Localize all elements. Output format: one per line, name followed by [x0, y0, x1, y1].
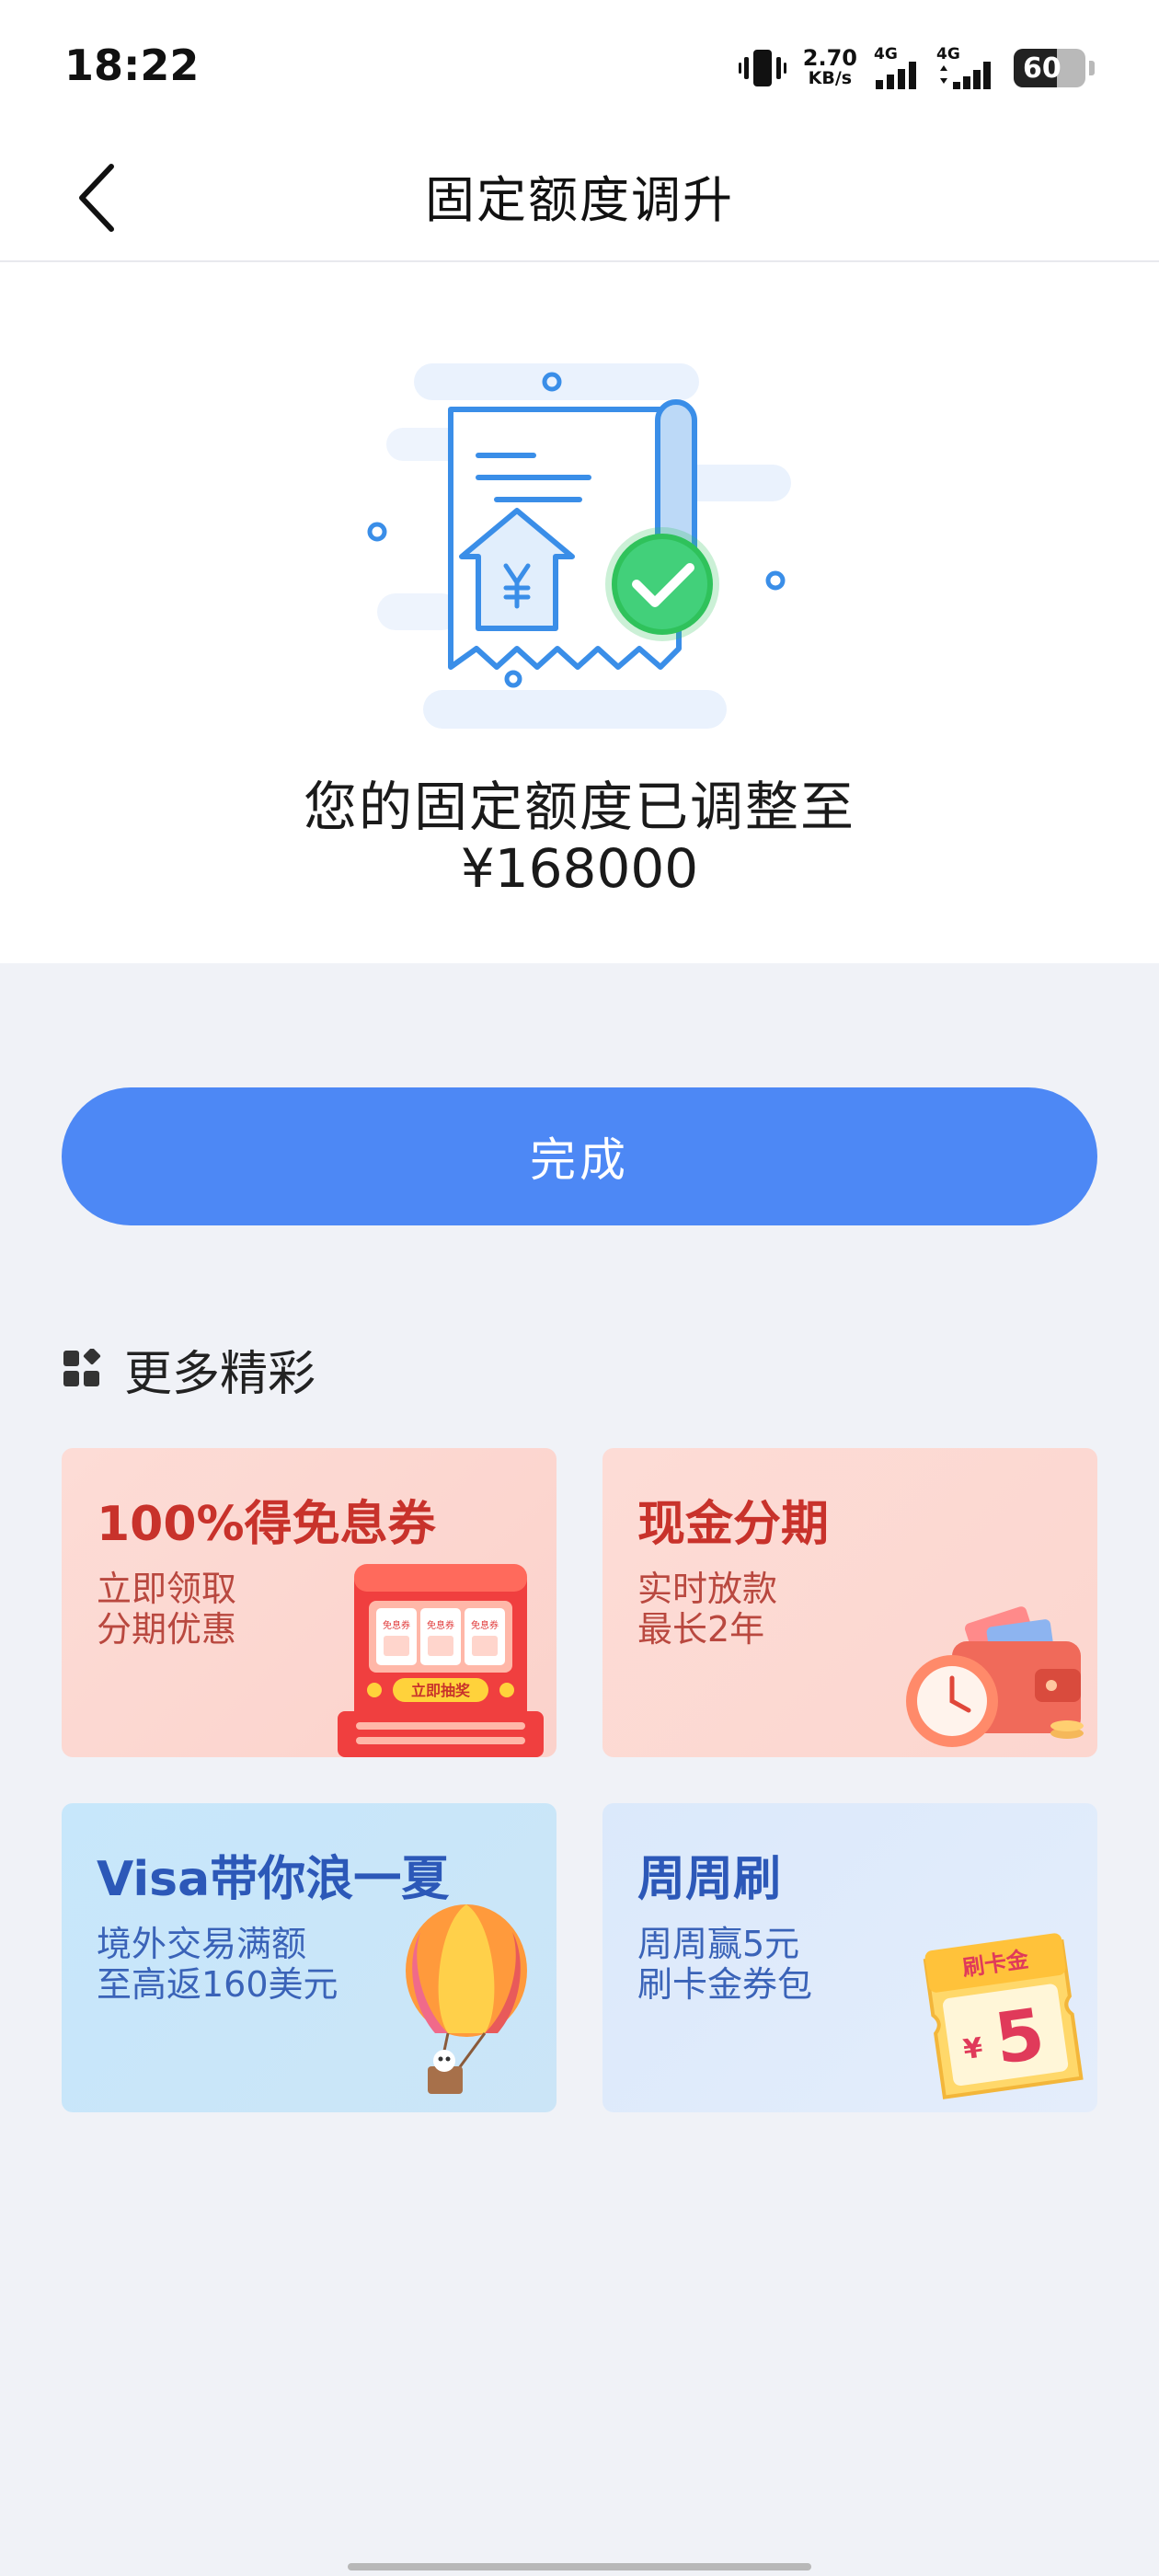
signal-bars-icon: [940, 62, 991, 89]
battery-icon: 60: [1014, 49, 1085, 87]
vibrate-icon: [738, 50, 786, 86]
battery-cap: [1089, 61, 1095, 75]
promo-card-title: 现金分期: [637, 1497, 830, 1552]
result-amount: ¥168000: [460, 837, 699, 900]
promo-card-cash-installment[interactable]: 现金分期 实时放款 最长2年: [602, 1448, 1097, 1757]
result-message: 您的固定额度已调整至: [303, 776, 855, 838]
promo-card-title: Visa带你浪一夏: [97, 1852, 450, 1907]
grid-apps-icon: [63, 1349, 101, 1386]
battery-level: 60: [1023, 52, 1061, 85]
promo-card-subtitle: 最长2年: [637, 1609, 765, 1650]
network-speed: 2.70 KB/s: [802, 45, 857, 88]
promo-card-subtitle: 分期优惠: [97, 1609, 237, 1650]
promo-card-visa-summer[interactable]: Visa带你浪一夏 境外交易满额 至高返160美元: [62, 1803, 557, 2112]
signal-1: 4G: [874, 47, 920, 89]
result-panel: 您的固定额度已调整至 ¥168000: [0, 262, 1159, 963]
hot-air-balloon-icon: [406, 1904, 527, 2094]
promo-card-subtitle: 至高返160美元: [97, 1964, 339, 2005]
voucher-ticket-icon: 刷卡金 ¥ 5: [923, 1933, 1084, 2099]
status-bar: 18:22 2.70 KB/s 4G 4G 60: [0, 0, 1159, 138]
promo-card-title: 周周刷: [637, 1852, 782, 1907]
signal-bars-icon: [876, 62, 916, 89]
signal-2-label: 4G: [936, 45, 960, 63]
signal-1-label: 4G: [874, 45, 898, 63]
nav-bar: 固定额度调升: [0, 138, 1159, 262]
promo-card-weekly-swipe[interactable]: 周周刷 周周赢5元 刷卡金券包 刷卡金 ¥ 5: [602, 1803, 1097, 2112]
ticket-label: 免息券: [471, 1619, 499, 1631]
network-speed-value: 2.70: [802, 45, 857, 71]
page-title: 固定额度调升: [425, 171, 734, 229]
more-section-title: 更多精彩: [124, 1346, 316, 1402]
credit-increase-success-illustration: [367, 363, 791, 729]
promo-card-title: 100%得免息券: [97, 1497, 436, 1552]
ticket-label: 免息券: [383, 1619, 410, 1631]
more-section-header: 更多精彩: [62, 1341, 316, 1402]
ticket-label: 免息券: [427, 1619, 454, 1631]
status-time: 18:22: [64, 40, 200, 90]
network-speed-unit: KB/s: [808, 68, 853, 88]
promo-card-subtitle: 刷卡金券包: [637, 1964, 813, 2005]
signal-2: 4G: [936, 47, 997, 89]
done-button[interactable]: 完成: [62, 1087, 1097, 1225]
promo-card-interest-free-coupon[interactable]: 100%得免息券 立即领取 分期优惠 免息券 免息券 免息券 立即抽奖: [62, 1448, 557, 1757]
slot-machine-icon: 免息券 免息券 免息券 立即抽奖: [338, 1564, 544, 1757]
status-icons: 2.70 KB/s 4G 4G 60: [738, 42, 1095, 94]
wallet-clock-icon: [906, 1606, 1084, 1747]
home-indicator[interactable]: [348, 2563, 811, 2570]
draw-now-label: 立即抽奖: [411, 1682, 471, 1699]
